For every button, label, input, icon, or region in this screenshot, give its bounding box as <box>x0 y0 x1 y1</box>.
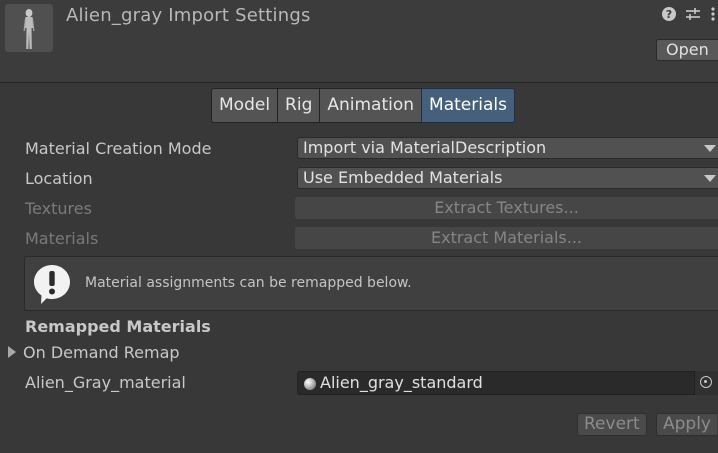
object-picker-icon[interactable] <box>694 371 718 395</box>
extract-textures-button[interactable]: Extract Textures... <box>295 197 718 219</box>
extract-materials-button[interactable]: Extract Materials... <box>295 227 718 249</box>
open-button[interactable]: Open <box>656 39 718 61</box>
on-demand-remap-label: On Demand Remap <box>23 343 180 362</box>
import-tabs: Model Rig Animation Materials <box>211 88 515 123</box>
material-object-field[interactable]: Alien_gray_standard <box>297 371 718 395</box>
material-creation-mode-dropdown[interactable]: Import via MaterialDescription <box>297 137 718 159</box>
tab-model[interactable]: Model <box>211 88 279 123</box>
material-object-value: Alien_gray_standard <box>320 373 483 392</box>
help-box: Material assignments can be remapped bel… <box>24 256 718 311</box>
sliders-icon[interactable] <box>685 6 701 22</box>
foldout-arrow-icon <box>8 346 16 358</box>
revert-button[interactable]: Revert <box>577 413 647 436</box>
vertical-ellipsis-icon[interactable] <box>708 6 718 22</box>
on-demand-remap-foldout[interactable]: On Demand Remap <box>8 343 180 363</box>
material-sphere-icon <box>304 378 316 390</box>
material-slot-label: Alien_Gray_material <box>25 373 186 392</box>
textures-label: Textures <box>25 199 92 218</box>
apply-button[interactable]: Apply <box>656 413 717 436</box>
help-message: Material assignments can be remapped bel… <box>85 275 412 291</box>
location-label: Location <box>25 169 93 188</box>
material-creation-mode-value: Import via MaterialDescription <box>303 138 547 157</box>
inspector-title: Alien_gray Import Settings <box>66 5 311 26</box>
tab-materials[interactable]: Materials <box>421 88 515 123</box>
inspector-header: Alien_gray Import Settings ? Open <box>0 0 718 83</box>
chevron-down-icon <box>704 145 716 152</box>
model-preview-thumbnail <box>5 4 53 52</box>
remapped-materials-heading: Remapped Materials <box>25 317 211 336</box>
chevron-down-icon <box>704 175 716 182</box>
location-value: Use Embedded Materials <box>303 168 503 187</box>
materials-label: Materials <box>25 229 99 248</box>
location-dropdown[interactable]: Use Embedded Materials <box>297 167 718 189</box>
svg-text:?: ? <box>666 8 672 21</box>
material-creation-mode-label: Material Creation Mode <box>25 139 212 158</box>
info-exclamation-icon <box>32 263 72 305</box>
tab-rig[interactable]: Rig <box>277 88 321 123</box>
help-circle-icon[interactable]: ? <box>661 6 677 22</box>
tab-animation[interactable]: Animation <box>319 88 423 123</box>
